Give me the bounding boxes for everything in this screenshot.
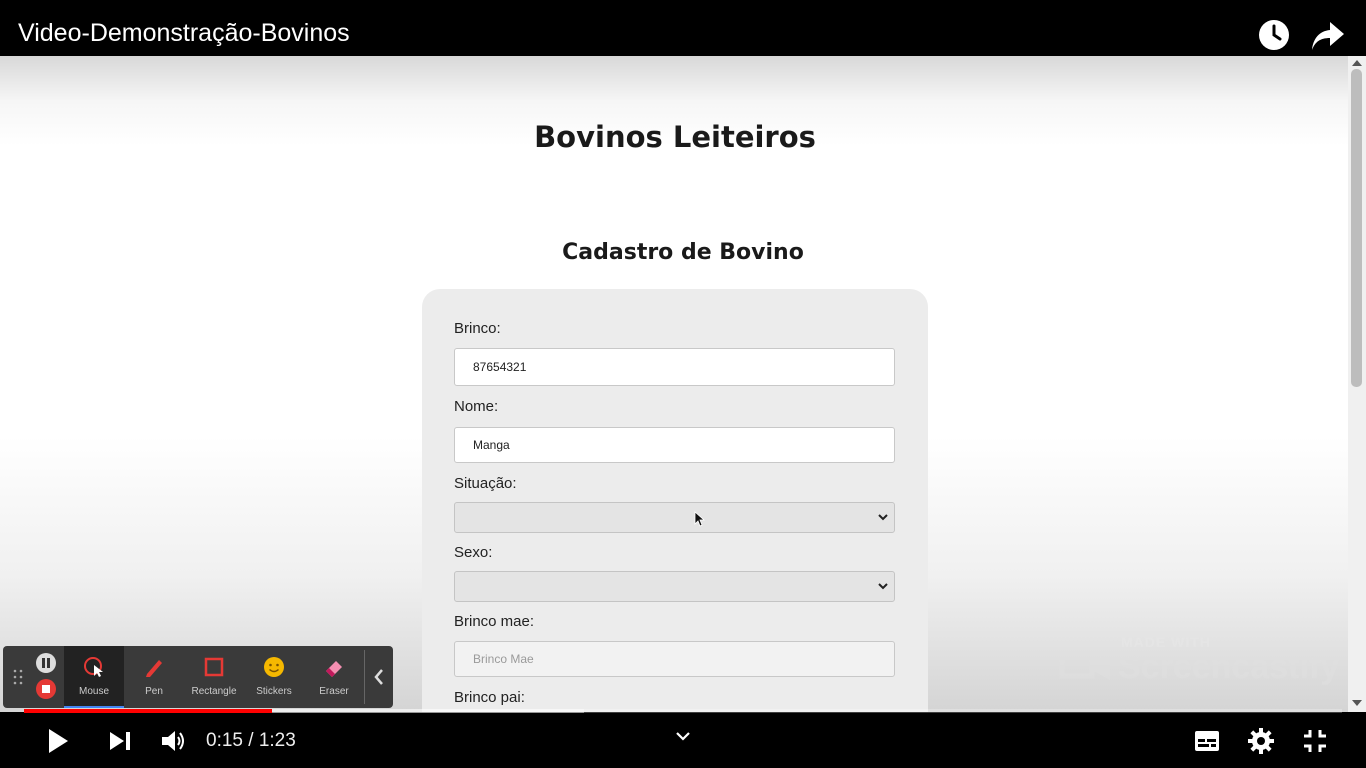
nome-field[interactable]: Manga <box>454 427 895 463</box>
tool-label: Mouse <box>78 686 109 697</box>
pen-icon <box>146 660 162 677</box>
watch-later-icon[interactable] <box>1257 18 1291 52</box>
situacao-label: Situação: <box>454 475 517 492</box>
player-controls: 0:15 / 1:23 <box>0 713 1366 768</box>
situacao-select[interactable] <box>454 502 895 533</box>
tool-label: Eraser <box>319 686 349 697</box>
video-title[interactable]: Video-Demonstração-Bovinos <box>18 19 350 48</box>
chevron-down-icon <box>878 583 888 590</box>
pause-recording-icon[interactable] <box>36 653 56 673</box>
tool-pen[interactable]: Pen <box>124 646 184 708</box>
brinco-mae-label: Brinco mae: <box>454 613 535 630</box>
tool-mouse[interactable]: Mouse <box>64 646 124 708</box>
brinco-pai-label: Brinco pai: <box>454 689 525 706</box>
watermark-brand: Screencastify <box>1118 648 1340 686</box>
scroll-up-arrow-icon[interactable] <box>1352 60 1362 66</box>
sexo-label: Sexo: <box>454 544 493 561</box>
settings-icon[interactable] <box>1248 728 1274 754</box>
collapse-toolbar-icon[interactable] <box>373 668 385 686</box>
exit-fullscreen-icon[interactable] <box>1303 729 1327 753</box>
brinco-label: Brinco: <box>454 320 501 337</box>
scroll-down-arrow-icon[interactable] <box>1352 700 1362 706</box>
tool-rectangle[interactable]: Rectangle <box>184 646 244 708</box>
brinco-field[interactable]: 87654321 <box>454 348 895 386</box>
time-separator: / <box>242 730 259 751</box>
toolbar-divider <box>364 650 365 704</box>
sexo-select[interactable] <box>454 571 895 602</box>
subtitles-icon[interactable] <box>1194 730 1220 752</box>
tool-stickers[interactable]: Stickers <box>244 646 304 708</box>
screencastify-watermark: MADE WITH Screencastify <box>1056 634 1346 694</box>
tool-label: Stickers <box>256 686 292 697</box>
mouse-cursor-icon <box>694 511 706 527</box>
eraser-icon <box>326 661 342 677</box>
tool-label: Pen <box>145 686 163 697</box>
form-title: Cadastro de Bovino <box>562 240 804 265</box>
current-time: 0:15 <box>206 730 243 751</box>
play-icon[interactable] <box>47 728 69 754</box>
screencastify-logo-icon <box>1059 652 1110 680</box>
video-frame[interactable]: Bovinos Leiteiros Cadastro de Bovino Bri… <box>0 56 1366 712</box>
tool-label: Rectangle <box>191 686 237 697</box>
stop-recording-icon[interactable] <box>36 679 56 699</box>
screencastify-toolbar: Mouse Pen Rectangle Stickers Eraser <box>3 646 393 708</box>
scrollbar-thumb[interactable] <box>1351 69 1362 387</box>
nome-label: Nome: <box>454 398 499 415</box>
page-heading: Bovinos Leiteiros <box>534 120 816 154</box>
duration: 1:23 <box>258 730 296 751</box>
rectangle-icon <box>204 657 224 677</box>
mouse-icon <box>84 657 103 677</box>
drag-handle-icon[interactable] <box>13 668 23 686</box>
time-display: 0:15 / 1:23 <box>206 730 296 752</box>
chevron-down-icon <box>878 514 888 521</box>
tool-eraser[interactable]: Eraser <box>304 646 364 708</box>
next-icon[interactable] <box>109 731 131 751</box>
volume-icon[interactable] <box>161 729 187 753</box>
sticker-icon <box>264 657 284 677</box>
brinco-mae-field[interactable]: Brinco Mae <box>454 641 895 677</box>
player-top-bar: Video-Demonstração-Bovinos <box>0 0 1366 56</box>
chevron-down-icon[interactable] <box>676 731 690 741</box>
share-icon[interactable] <box>1310 20 1346 52</box>
